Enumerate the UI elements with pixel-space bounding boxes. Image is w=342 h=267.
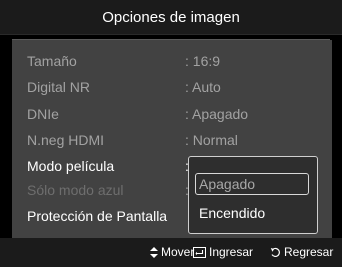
menu-item-digital-nr[interactable]: Digital NR : Auto <box>12 76 330 98</box>
page-title-text: Opciones de imagen <box>102 8 240 26</box>
divider <box>12 39 330 40</box>
menu-item-value: : Apagado <box>185 106 249 122</box>
menu-item-dnie[interactable]: DNIe : Apagado <box>12 103 330 125</box>
hint-move: Mover <box>150 245 194 259</box>
film-mode-dropdown[interactable]: Apagado Encendido <box>188 156 318 234</box>
menu-item-size[interactable]: Tamaño : 16:9 <box>12 50 330 72</box>
menu-item-value: : Auto <box>185 79 221 95</box>
menu-item-label: Sólo modo azul <box>27 182 124 198</box>
hint-enter: Ingresar <box>193 245 253 259</box>
footer-hints: Mover Ingresar Regresar <box>0 238 342 267</box>
menu-item-value: : Normal <box>185 132 238 148</box>
menu-item-label: Digital NR <box>27 79 91 95</box>
up-down-arrows-icon <box>150 246 158 258</box>
dropdown-option[interactable]: Encendido <box>199 205 265 221</box>
hint-back: Regresar <box>270 245 333 259</box>
menu-item-label: Tamaño <box>27 53 77 69</box>
menu-item-label: DNIe <box>27 106 59 122</box>
enter-icon <box>193 246 206 258</box>
hint-back-label: Regresar <box>284 245 334 259</box>
menu-item-label: Protección de Pantalla <box>27 208 168 224</box>
menu-item-hdmi-black-level[interactable]: N.neg HDMI : Normal <box>12 129 330 151</box>
menu-item-value: : 16:9 <box>185 53 221 69</box>
return-icon <box>270 247 281 258</box>
page-title: Opciones de imagen <box>0 0 342 35</box>
hint-enter-label: Ingresar <box>209 245 254 259</box>
menu-item-label: N.neg HDMI <box>27 132 105 148</box>
menu-item-label: Modo película <box>27 158 115 174</box>
dropdown-option-selected[interactable]: Apagado <box>195 173 309 195</box>
hint-move-label: Mover <box>161 245 195 259</box>
